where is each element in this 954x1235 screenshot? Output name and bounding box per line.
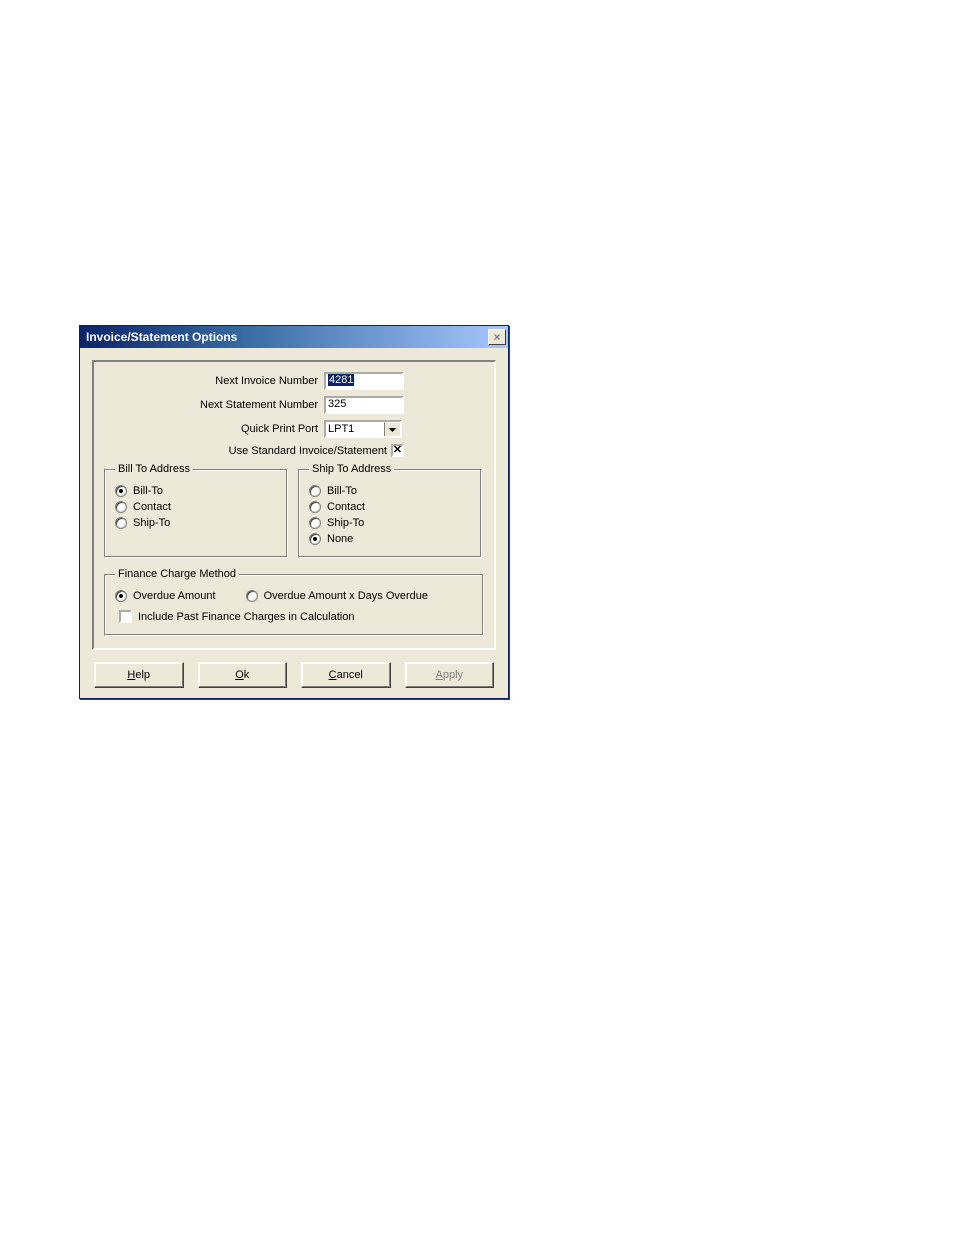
row-use-standard: Use Standard Invoice/Statement ✕ <box>104 444 484 457</box>
chevron-down-icon <box>389 428 396 432</box>
fcm-include-past-row[interactable]: Include Past Finance Charges in Calculat… <box>115 610 473 623</box>
radio-label: None <box>327 533 353 545</box>
radio-icon <box>309 533 321 545</box>
radio-icon <box>309 501 321 513</box>
include-past-checkbox[interactable] <box>119 610 132 623</box>
ship-to-option-shipto[interactable]: Ship-To <box>309 517 471 529</box>
radio-label: Ship-To <box>133 517 170 529</box>
fcm-option-overdue-days[interactable]: Overdue Amount x Days Overdue <box>246 590 428 602</box>
ship-to-group: Ship To Address Bill-To Contact Ship-To <box>298 463 482 558</box>
check-icon: ✕ <box>393 445 402 456</box>
use-standard-checkbox[interactable]: ✕ <box>391 444 404 457</box>
radio-label: Bill-To <box>133 485 163 497</box>
radio-icon <box>115 517 127 529</box>
combo-dropdown-button[interactable] <box>384 422 400 436</box>
main-panel: Next Invoice Number 4281 Next Statement … <box>92 360 496 650</box>
ship-to-option-none[interactable]: None <box>309 533 471 545</box>
close-icon: × <box>493 331 500 343</box>
next-invoice-input[interactable]: 4281 <box>324 372 404 390</box>
next-statement-label: Next Statement Number <box>104 399 324 411</box>
invoice-statement-options-dialog: Invoice/Statement Options × Next Invoice… <box>79 325 509 699</box>
radio-label: Overdue Amount x Days Overdue <box>264 590 428 602</box>
radio-label: Bill-To <box>327 485 357 497</box>
ok-button[interactable]: Ok <box>198 662 288 688</box>
radio-icon <box>246 590 258 602</box>
dialog-title: Invoice/Statement Options <box>86 330 237 344</box>
radio-label: Overdue Amount <box>133 590 216 602</box>
ship-to-option-billto[interactable]: Bill-To <box>309 485 471 497</box>
bill-to-option-billto[interactable]: Bill-To <box>115 485 277 497</box>
close-button[interactable]: × <box>488 329 506 345</box>
bill-to-option-contact[interactable]: Contact <box>115 501 277 513</box>
next-invoice-label: Next Invoice Number <box>104 375 324 387</box>
radio-label: Contact <box>327 501 365 513</box>
radio-label: Ship-To <box>327 517 364 529</box>
row-next-statement: Next Statement Number 325 <box>104 396 484 414</box>
bill-to-option-shipto[interactable]: Ship-To <box>115 517 277 529</box>
finance-charge-group: Finance Charge Method Overdue Amount Ove… <box>104 568 484 636</box>
next-statement-input[interactable]: 325 <box>324 396 404 414</box>
dialog-body: Next Invoice Number 4281 Next Statement … <box>80 348 508 698</box>
radio-icon <box>309 485 321 497</box>
radio-icon <box>115 501 127 513</box>
quick-print-value: LPT1 <box>326 422 384 436</box>
help-button[interactable]: Help <box>94 662 184 688</box>
ship-to-legend: Ship To Address <box>309 463 394 475</box>
next-statement-value: 325 <box>328 398 346 410</box>
next-invoice-value: 4281 <box>328 374 354 386</box>
radio-label: Contact <box>133 501 171 513</box>
button-row: Help Ok Cancel Apply <box>92 662 496 688</box>
row-next-invoice: Next Invoice Number 4281 <box>104 372 484 390</box>
cancel-button[interactable]: Cancel <box>301 662 391 688</box>
radio-icon <box>309 517 321 529</box>
bill-to-group: Bill To Address Bill-To Contact Ship-To <box>104 463 288 558</box>
titlebar: Invoice/Statement Options × <box>80 326 508 348</box>
apply-button[interactable]: Apply <box>405 662 495 688</box>
radio-icon <box>115 485 127 497</box>
radio-icon <box>115 590 127 602</box>
include-past-label: Include Past Finance Charges in Calculat… <box>138 611 354 623</box>
quick-print-combo[interactable]: LPT1 <box>324 420 402 438</box>
quick-print-label: Quick Print Port <box>104 423 324 435</box>
ship-to-option-contact[interactable]: Contact <box>309 501 471 513</box>
address-groups: Bill To Address Bill-To Contact Ship-To <box>104 463 484 558</box>
bill-to-legend: Bill To Address <box>115 463 193 475</box>
finance-charge-legend: Finance Charge Method <box>115 568 239 580</box>
use-standard-label: Use Standard Invoice/Statement <box>104 445 387 457</box>
row-quick-print: Quick Print Port LPT1 <box>104 420 484 438</box>
fcm-option-overdue-amount[interactable]: Overdue Amount <box>115 590 216 602</box>
